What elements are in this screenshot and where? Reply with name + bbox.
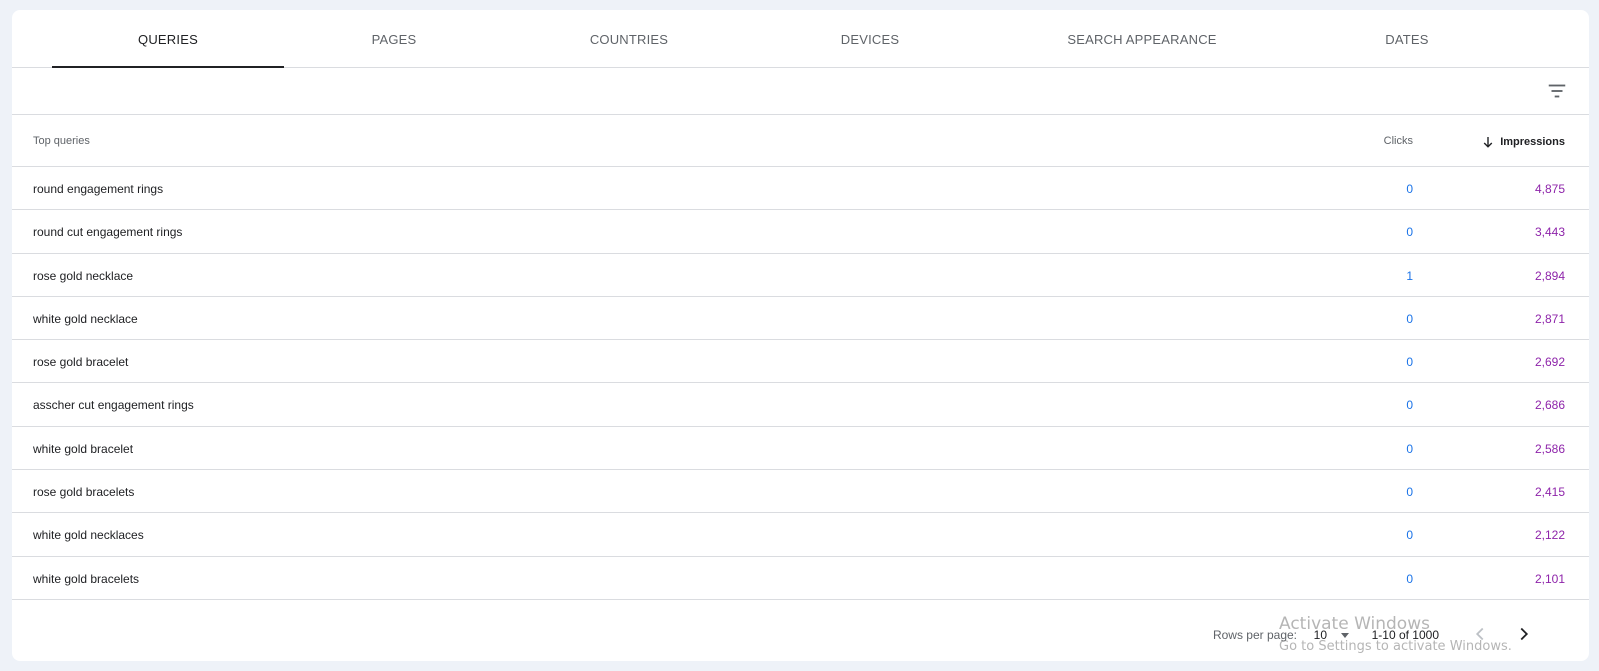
table-row[interactable]: rose gold necklace 1 2,894 <box>12 254 1589 297</box>
tab-search-appearance[interactable]: SEARCH APPEARANCE <box>1042 10 1242 68</box>
table-row[interactable]: round engagement rings 0 4,875 <box>12 167 1589 211</box>
tab-countries[interactable]: COUNTRIES <box>542 10 716 68</box>
tab-pages-label: PAGES <box>371 31 417 47</box>
tab-pages[interactable]: PAGES <box>312 10 476 68</box>
impressions-cell: 2,871 <box>1534 311 1565 326</box>
impressions-cell: 2,692 <box>1534 355 1565 370</box>
clicks-cell: 0 <box>1406 182 1413 196</box>
tab-dates-label: DATES <box>1385 31 1429 47</box>
query-cell: rose gold necklace <box>33 268 134 283</box>
tab-queries-label: QUERIES <box>138 31 198 47</box>
next-page-icon[interactable] <box>1513 623 1535 645</box>
table-header: Top queries Clicks Impressions <box>12 115 1589 167</box>
table-row[interactable]: rose gold bracelet 0 2,692 <box>12 340 1589 384</box>
query-cell: white gold bracelet <box>33 441 134 456</box>
table-row[interactable]: white gold necklace 0 2,871 <box>12 297 1589 341</box>
column-header-impressions-label: Impressions <box>1500 135 1565 148</box>
watermark-title: Activate Windows <box>1279 614 1430 634</box>
table-row[interactable]: white gold necklaces 0 2,122 <box>12 513 1589 557</box>
impressions-cell: 2,122 <box>1534 528 1565 543</box>
query-cell: round engagement rings <box>33 182 164 196</box>
filter-icon[interactable] <box>1546 80 1568 102</box>
query-cell: round cut engagement rings <box>33 225 183 240</box>
watermark-subtitle: Go to Settings to activate Windows. <box>1279 639 1512 654</box>
table-row[interactable]: round cut engagement rings 0 3,443 <box>12 210 1589 254</box>
table-row[interactable]: rose gold bracelets 0 2,415 <box>12 470 1589 514</box>
table-row[interactable]: asscher cut engagement rings 0 2,686 <box>12 383 1589 427</box>
impressions-cell: 2,101 <box>1534 571 1565 586</box>
table-row[interactable]: white gold bracelet 0 2,586 <box>12 427 1589 471</box>
tab-dates[interactable]: DATES <box>1342 10 1472 68</box>
clicks-cell: 0 <box>1406 398 1413 413</box>
query-cell: rose gold bracelets <box>33 485 135 500</box>
table-row[interactable]: white gold bracelets 0 2,101 <box>12 557 1589 600</box>
clicks-cell: 0 <box>1406 355 1413 370</box>
impressions-cell: 2,686 <box>1534 398 1565 413</box>
query-cell: white gold necklace <box>33 311 138 326</box>
table-body: round engagement rings 0 4,875 round cut… <box>12 167 1589 600</box>
column-header-clicks[interactable]: Clicks <box>1384 135 1413 147</box>
activate-windows-watermark: Activate Windows Go to Settings to activ… <box>1279 614 1512 654</box>
impressions-cell: 2,586 <box>1534 441 1565 456</box>
impressions-cell: 3,443 <box>1534 225 1565 240</box>
clicks-cell: 0 <box>1406 225 1413 240</box>
impressions-cell: 2,415 <box>1534 485 1565 500</box>
clicks-cell: 0 <box>1406 571 1413 586</box>
tab-countries-label: COUNTRIES <box>589 31 669 47</box>
arrow-down-icon <box>1483 137 1493 148</box>
clicks-cell: 0 <box>1406 528 1413 543</box>
tab-devices[interactable]: DEVICES <box>782 10 958 68</box>
query-cell: rose gold bracelet <box>33 355 129 370</box>
clicks-cell: 0 <box>1406 441 1413 456</box>
tab-queries[interactable]: QUERIES <box>52 10 284 68</box>
clicks-cell: 0 <box>1406 485 1413 500</box>
tab-search-appearance-label: SEARCH APPEARANCE <box>1067 31 1217 47</box>
tab-devices-label: DEVICES <box>840 31 900 47</box>
filter-bar <box>12 68 1589 115</box>
query-cell: white gold bracelets <box>33 571 140 586</box>
query-cell: asscher cut engagement rings <box>33 398 194 413</box>
impressions-cell: 4,875 <box>1534 182 1565 196</box>
dimension-tabs: QUERIES PAGES COUNTRIES DEVICES SEARCH A… <box>12 10 1589 68</box>
performance-table-card: QUERIES PAGES COUNTRIES DEVICES SEARCH A… <box>12 10 1589 661</box>
query-cell: white gold necklaces <box>33 528 144 543</box>
clicks-cell: 0 <box>1406 311 1413 326</box>
clicks-cell: 1 <box>1406 268 1413 283</box>
column-header-query: Top queries <box>33 135 90 147</box>
impressions-cell: 2,894 <box>1534 268 1565 283</box>
column-header-impressions[interactable]: Impressions <box>1482 135 1565 148</box>
